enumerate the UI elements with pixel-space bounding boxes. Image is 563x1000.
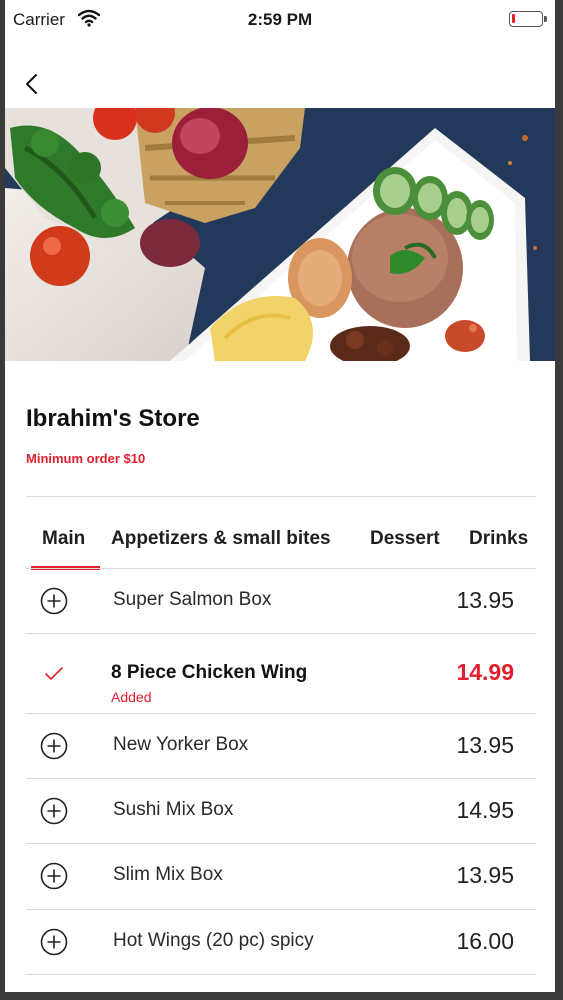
menu-item[interactable]: Slim Mix Box 13.95: [26, 844, 536, 910]
add-circle-icon[interactable]: [40, 797, 68, 825]
checkmark-icon[interactable]: [40, 660, 68, 688]
menu-item-name: 8 Piece Chicken Wing: [111, 662, 308, 683]
add-circle-icon[interactable]: [40, 862, 68, 890]
minimum-order-label: Minimum order $10: [26, 451, 146, 466]
phone-screen: Carrier 2:59 PM Ibrahim's Store Minimum …: [5, 0, 555, 992]
added-label: Added: [111, 689, 152, 705]
battery-icon: [509, 11, 547, 27]
menu-item[interactable]: New Yorker Box 13.95: [26, 714, 536, 779]
menu-item-selected[interactable]: 8 Piece Chicken Wing Added 14.99: [26, 634, 536, 714]
menu-item-name: Slim Mix Box: [113, 864, 223, 885]
tab-drinks[interactable]: Drinks: [469, 528, 528, 550]
status-bar: Carrier 2:59 PM: [5, 0, 555, 40]
menu-item-price: 14.99: [456, 659, 514, 685]
menu-item-price: 16.00: [456, 928, 514, 954]
add-circle-icon[interactable]: [40, 732, 68, 760]
category-tabs: Main Appetizers & small bites Dessert Dr…: [26, 520, 536, 570]
nav-bar: [5, 58, 555, 108]
status-time: 2:59 PM: [247, 10, 313, 29]
add-circle-icon[interactable]: [40, 587, 68, 615]
store-name: Ibrahim's Store: [26, 405, 200, 432]
menu-item-name: Super Salmon Box: [113, 589, 272, 610]
tab-appetizers[interactable]: Appetizers & small bites: [111, 528, 331, 550]
menu-item-price: 13.95: [456, 732, 514, 758]
store-hero-image: [5, 108, 555, 361]
chevron-left-icon: [26, 74, 37, 94]
menu-item-name: Hot Wings (20 pc) spicy: [113, 930, 314, 951]
menu-item-price: 13.95: [456, 587, 514, 613]
menu-item[interactable]: Hot Wings (20 pc) spicy 16.00: [26, 910, 536, 975]
menu-list: Super Salmon Box 13.95 8 Piece Chicken W…: [26, 569, 536, 975]
store-info: Ibrahim's Store Minimum order $10: [26, 405, 536, 466]
add-circle-icon[interactable]: [40, 928, 68, 956]
divider: [26, 496, 536, 497]
menu-item[interactable]: Sushi Mix Box 14.95: [26, 779, 536, 844]
tab-main[interactable]: Main: [42, 528, 85, 550]
menu-item-name: New Yorker Box: [113, 734, 249, 755]
back-button[interactable]: [19, 70, 47, 98]
menu-item[interactable]: Super Salmon Box 13.95: [26, 569, 536, 634]
menu-item-price: 13.95: [456, 862, 514, 888]
tab-dessert[interactable]: Dessert: [370, 528, 440, 550]
menu-item-price: 14.95: [456, 797, 514, 823]
menu-item-name: Sushi Mix Box: [113, 799, 234, 820]
